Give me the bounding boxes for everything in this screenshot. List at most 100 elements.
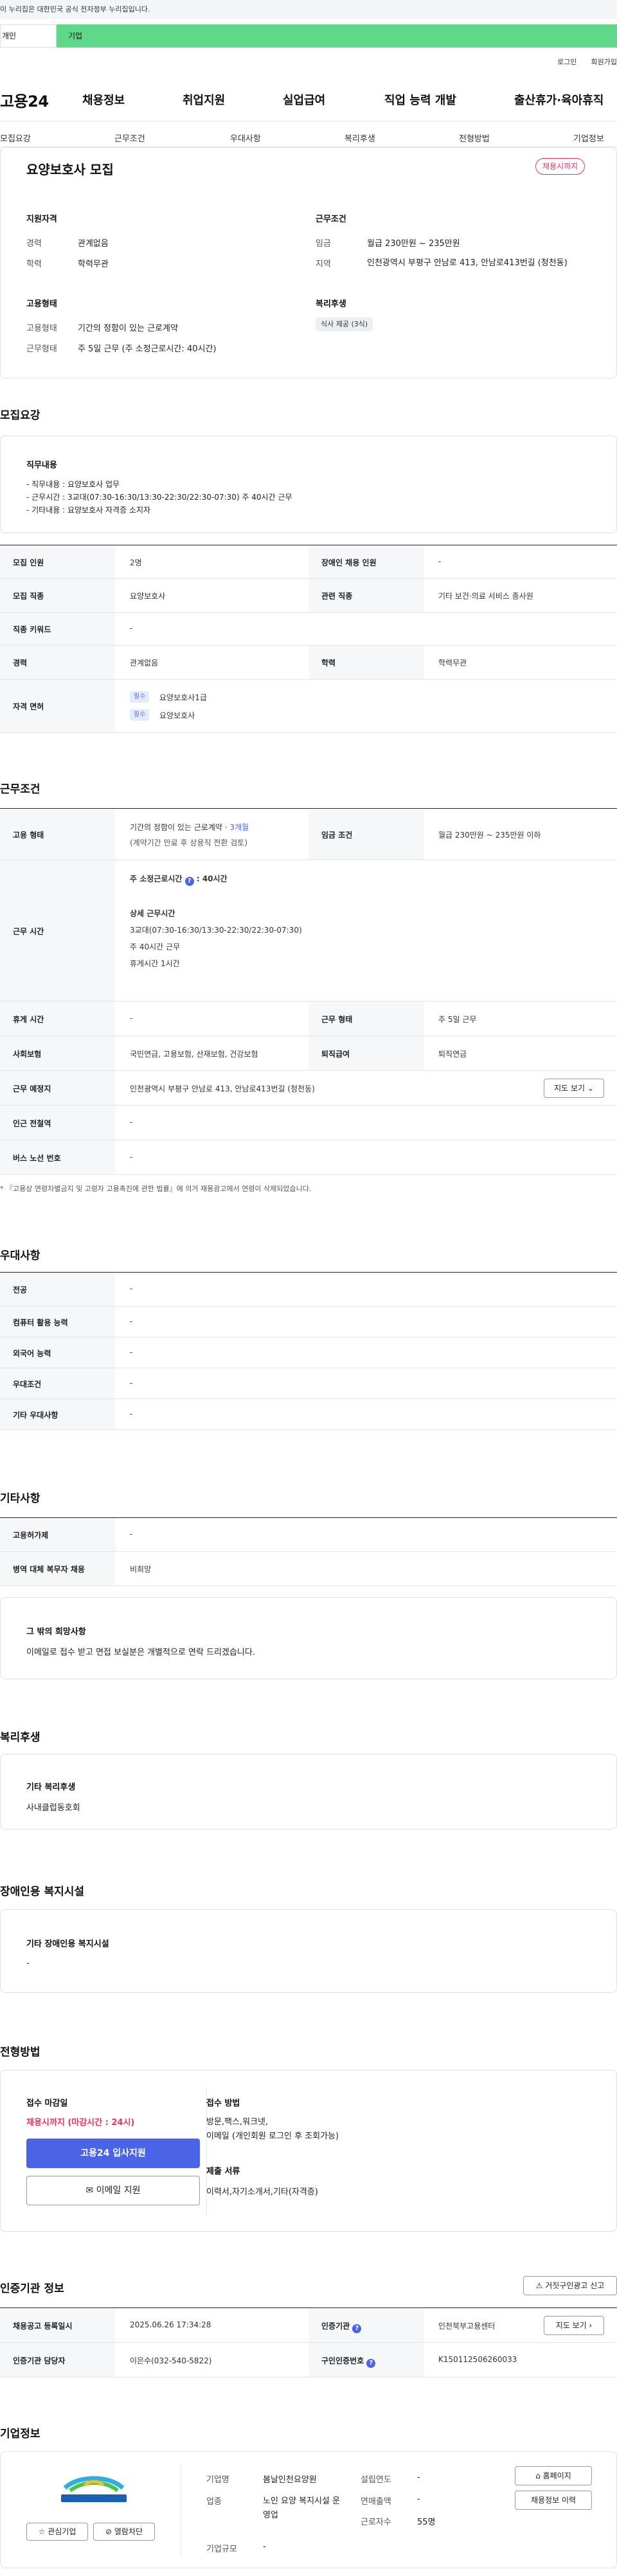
gnb-item-training[interactable]: 직업 능력 개발 bbox=[384, 91, 456, 108]
table-row: 채용공고 등록일시 2025.06.26 17:34:28 인증기관 ? 인천북… bbox=[0, 2308, 617, 2343]
table-row: 휴게 시간 - 근무 형태 주 5일 근무 bbox=[0, 1001, 617, 1036]
site-logo[interactable]: 고용24 bbox=[0, 89, 49, 111]
row-value: 주 5일 근무 bbox=[438, 1015, 477, 1024]
row-value: 요양보호사 bbox=[130, 592, 166, 601]
row-label: 경력 bbox=[13, 658, 28, 667]
map-button[interactable]: 지도 보기 ⌄ bbox=[544, 1079, 604, 1098]
emp-count-value: 55명 bbox=[417, 2518, 436, 2527]
hours-head-value: : 40시간 bbox=[196, 874, 228, 883]
table-row: 자격 면허 필수 요양보호사1급 필수 요양보호사 bbox=[0, 680, 617, 733]
docs-value: 이력서,자기소개서,기타(자격증) bbox=[206, 2187, 318, 2197]
org-label-text: 인증기관 bbox=[321, 2322, 350, 2331]
subnav-company[interactable]: 기업정보 bbox=[573, 132, 604, 144]
status-badge: 채용시까지 bbox=[535, 158, 586, 175]
row-label: 임금 조건 bbox=[321, 831, 353, 840]
row-label: 근무 예정지 bbox=[13, 1084, 51, 1093]
table-row: 우대조건 - bbox=[0, 1368, 617, 1399]
scale-label: 기업규모 bbox=[206, 2545, 237, 2554]
block-label: 열람차단 bbox=[114, 2527, 143, 2536]
info-icon[interactable]: ? bbox=[366, 2359, 376, 2368]
subnav-conditions[interactable]: 근무조건 bbox=[114, 132, 145, 144]
row-value: - bbox=[130, 1118, 133, 1127]
job-desc-card: 직무내용 - 직무내용 : 요양보호사 업무 - 근무시간 : 3교대(07:3… bbox=[0, 436, 617, 533]
scale-value: - bbox=[263, 2542, 266, 2552]
apply-button[interactable]: 고용24 입사지원 bbox=[26, 2139, 200, 2168]
row-value: 기간의 정함이 있는 근로계약 · 3개월 bbox=[130, 822, 249, 833]
row-value: - bbox=[130, 1014, 133, 1023]
row-value: - bbox=[130, 1409, 133, 1418]
no-label-text: 구인인증번호 bbox=[321, 2356, 364, 2365]
deadline-label: 접수 마감일 bbox=[26, 2099, 68, 2108]
subnav-selection[interactable]: 전형방법 bbox=[459, 132, 490, 144]
row-label: 근무 형태 bbox=[321, 1015, 353, 1024]
login-link[interactable]: 로그인 bbox=[557, 58, 577, 66]
row-label: 인증기관 담당자 bbox=[13, 2356, 66, 2365]
table-row: 병역 대체 복무자 채용 비희망 bbox=[0, 1552, 617, 1586]
org-map-button[interactable]: 지도 보기 › bbox=[544, 2316, 604, 2335]
info-icon[interactable]: ? bbox=[352, 2324, 362, 2333]
member-type-tabs: 개인 기업 bbox=[0, 24, 617, 48]
block-company-button[interactable]: ⊘ 열람차단 bbox=[93, 2523, 155, 2541]
row-value: 기타 보건·의료 서비스 종사원 bbox=[438, 592, 533, 601]
emp-type-value: 기간의 정함이 있는 근로계약 bbox=[78, 324, 178, 333]
method-label: 접수 방법 bbox=[206, 2099, 240, 2108]
gnb-item-jobs[interactable]: 채용정보 bbox=[82, 91, 125, 108]
interest-company-button[interactable]: ☆ 관심기업 bbox=[26, 2523, 88, 2541]
wish-card: 그 밖의 희망사항 이메일로 접수 받고 면접 보실분은 개별적으로 연락 드리… bbox=[0, 1597, 617, 1679]
subnav-welfare[interactable]: 복리후생 bbox=[344, 132, 375, 144]
tab-company[interactable]: 기업 bbox=[57, 24, 617, 48]
gnb-item-support[interactable]: 취업지원 bbox=[183, 91, 225, 108]
table-row: 근무 예정지 인천광역시 부평구 안남로 413, 안남로413번길 (청천동)… bbox=[0, 1071, 617, 1106]
recruit-heading: 모집요강 bbox=[0, 409, 40, 422]
row-label: 모집 직종 bbox=[13, 592, 44, 601]
career-value: 관계없음 bbox=[78, 239, 109, 249]
career-label: 경력 bbox=[26, 239, 42, 249]
row-value: - bbox=[130, 1379, 133, 1388]
info-icon[interactable]: ? bbox=[184, 877, 194, 886]
summary-card: 요양보호사 모집 채용시까지 지원자격 경력 관계없음 학력 학력무관 근무조건… bbox=[0, 147, 617, 378]
hours-head-text: 주 소정근로시간 bbox=[130, 874, 183, 883]
row-label: 인증기관 ? bbox=[321, 2320, 362, 2333]
table-row: 고용 형태 기간의 정함이 있는 근로계약 · 3개월 (계약기간 만료 후 상… bbox=[0, 809, 617, 860]
tab-personal[interactable]: 개인 bbox=[0, 24, 57, 48]
recruit-history-button[interactable]: 채용정보 이력 bbox=[515, 2491, 592, 2510]
table-row: 모집 직종 요양보호사 관련 직종 기타 보건·의료 서비스 종사원 bbox=[0, 579, 617, 613]
disability-value: - bbox=[26, 1959, 30, 1968]
region-value: 인천광역시 부평구 안남로 413, 안남로413번길 (청천동) bbox=[367, 258, 568, 268]
signup-link[interactable]: 회원가입 bbox=[591, 58, 617, 66]
table-row: 고용허가제 - bbox=[0, 1518, 617, 1552]
hours-line: 3교대(07:30-16:30/13:30-22:30/22:30-07:30) bbox=[130, 926, 302, 935]
etc-heading: 기타사항 bbox=[0, 1492, 40, 1505]
chevron-right-icon: › bbox=[589, 2321, 593, 2330]
company-card: ☆ 관심기업 ⊘ 열람차단 기업명 봄날인천요양원 설립연도 - 업종 노인 요… bbox=[0, 2451, 617, 2568]
table-row: 인증기관 담당자 이은수(032-540-5822) 구인인증번호 ? K150… bbox=[0, 2343, 617, 2378]
job-title: 요양보호사 모집 bbox=[26, 162, 114, 177]
required-tag: 필수 bbox=[130, 691, 150, 703]
row-label: 사회보험 bbox=[13, 1050, 42, 1059]
hours-head: 주 소정근로시간 ? : 40시간 bbox=[130, 873, 228, 886]
company-logo-image bbox=[61, 2476, 127, 2502]
row-value: - bbox=[130, 1152, 133, 1161]
row-value: 인천북부고용센터 bbox=[438, 2322, 496, 2331]
welfare-chip: 식사 제공 (3식) bbox=[316, 317, 373, 331]
interest-label: 관심기업 bbox=[48, 2527, 76, 2536]
company-logo bbox=[52, 2471, 136, 2505]
gnb-item-leave[interactable]: 출산휴가·육아휴직 bbox=[514, 91, 604, 108]
row-label: 관련 직종 bbox=[321, 592, 353, 601]
selection-card: 접수 마감일 채용시까지 (마감시간 : 24시) 고용24 입사지원 ✉ 이메… bbox=[0, 2070, 617, 2232]
emp-period-text: 3개월 bbox=[229, 823, 249, 832]
table-row: 모집 인원 2명 장애인 채용 인원 - bbox=[0, 545, 617, 579]
wage-value: 월급 230만원 ~ 235만원 bbox=[367, 239, 460, 249]
sales-value: - bbox=[417, 2494, 420, 2504]
report-button-label: 거짓구인광고 신고 bbox=[545, 2281, 605, 2290]
gnb-item-unemployment[interactable]: 실업급여 bbox=[283, 91, 325, 108]
preference-heading: 우대사항 bbox=[0, 1249, 40, 1262]
row-value: - bbox=[130, 624, 133, 633]
email-apply-button[interactable]: ✉ 이메일 지원 bbox=[26, 2176, 200, 2205]
subnav-preference[interactable]: 우대사항 bbox=[230, 132, 261, 144]
report-button[interactable]: ⚠ 거짓구인광고 신고 bbox=[523, 2276, 617, 2295]
subnav-recruit[interactable]: 모집요강 bbox=[0, 132, 31, 144]
homepage-button[interactable]: ⌂ 홈페이지 bbox=[515, 2466, 592, 2485]
row-label: 컴퓨터 활용 능력 bbox=[13, 1318, 68, 1327]
row-value: - bbox=[130, 1284, 133, 1293]
